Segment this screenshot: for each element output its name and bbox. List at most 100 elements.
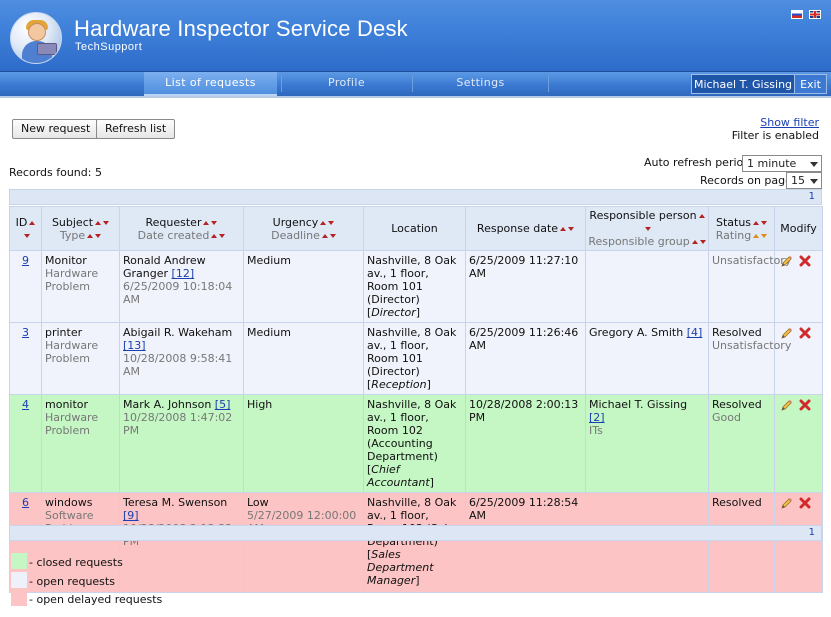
support-agent-logo (10, 12, 62, 64)
records-per-page-label: Records on page (700, 174, 792, 187)
column-response-date[interactable]: Response date (465, 206, 586, 251)
table-row[interactable]: 9 Monitor Hardware Problem Ronald Andrew Gr… (9, 250, 823, 323)
request-id-link[interactable]: 9 (13, 254, 38, 267)
requester-link[interactable]: [9] (123, 509, 139, 522)
column-responsible[interactable]: Responsible person Responsible group (585, 206, 709, 251)
legend-swatch-open (11, 572, 27, 588)
current-user[interactable]: Michael T. Gissing (691, 74, 795, 94)
delete-icon[interactable] (799, 399, 811, 411)
response-date-value: 6/25/2009 11:28:54 AM (469, 496, 579, 522)
requester-name: Abigail R. Wakeham (123, 326, 233, 339)
request-subject: monitor (45, 398, 89, 411)
column-location: Location (363, 206, 466, 251)
legend-delayed: - open delayed requests (29, 593, 163, 606)
cell-subject: monitor Hardware Problem (41, 394, 120, 493)
exit-button[interactable]: Exit (795, 74, 827, 94)
auto-refresh-value: 1 minute (747, 157, 797, 170)
date-created: 10/28/2008 9:58:41 AM (123, 352, 233, 378)
requester-name: Mark A. Johnson (123, 398, 212, 411)
pencil-icon[interactable] (781, 399, 793, 411)
location-value: Nashville, 8 Oak av., 1 floor, Room 101 … (367, 326, 457, 378)
request-subject: Monitor (45, 254, 87, 267)
english-flag-icon[interactable] (809, 10, 821, 19)
cell-subject: Monitor Hardware Problem (41, 250, 120, 323)
column-subject-type[interactable]: Subject Type (41, 206, 120, 251)
refresh-list-button[interactable]: Refresh list (96, 119, 176, 139)
cell-requester: Abigail R. Wakeham [13] 10/28/2008 9:58:4… (119, 322, 244, 395)
filter-status: Filter is enabled (731, 129, 819, 142)
cell-id: 3 (9, 322, 42, 395)
table-row[interactable]: 3 printer Hardware Problem Abigail R. Wakeh… (9, 322, 823, 395)
legend-open: - open requests (29, 575, 115, 588)
urgency-value: Medium (247, 254, 291, 267)
russian-flag-icon[interactable] (791, 10, 803, 19)
status-value: Resolved (712, 398, 762, 411)
nav-divider (548, 76, 549, 92)
main-nav: List of requests Profile Settings Michae… (0, 72, 831, 98)
auto-refresh-select[interactable]: 1 minute (742, 155, 822, 172)
delete-icon[interactable] (799, 497, 811, 509)
cell-status: Resolved Unsatisfactory (708, 322, 792, 395)
cell-status: Unsatisfactory (708, 250, 791, 323)
app-title: Hardware Inspector Service Desk (74, 16, 408, 41)
request-id-link[interactable]: 4 (13, 398, 38, 411)
show-filter-link[interactable]: Show filter (760, 116, 819, 129)
cell-location: Nashville, 8 Oak av., 1 floor, Room 101 … (363, 322, 466, 395)
rating-value: Unsatisfactory (712, 339, 792, 352)
response-date-value: 6/25/2009 11:26:46 AM (469, 326, 579, 352)
urgency-value: Medium (247, 326, 291, 339)
pencil-icon[interactable] (781, 497, 793, 509)
tab-profile[interactable]: Profile (281, 72, 412, 96)
responsible-person: Michael T. Gissing (589, 398, 688, 411)
status-value: Resolved (712, 326, 762, 339)
urgency-value: High (247, 398, 273, 411)
table-row[interactable]: 6windowsSoftware ProblemTeresa M. Swenso… (9, 492, 823, 593)
cell-modify (774, 492, 823, 593)
responsible-link[interactable]: [2] (589, 411, 605, 424)
cell-modify (774, 250, 823, 323)
request-id-link[interactable]: 6 (13, 496, 38, 509)
cell-location: Nashville, 8 Oak av., 1 floor, Room 101 … (363, 250, 466, 323)
requester-link[interactable]: [5] (215, 398, 231, 411)
requester-name: Teresa M. Swenson (123, 496, 228, 509)
tab-settings[interactable]: Settings (413, 72, 548, 96)
pager-bottom: 1 (9, 525, 822, 541)
records-found: Records found: 5 (9, 166, 102, 179)
requester-link[interactable]: [12] (172, 267, 195, 280)
request-type: Hardware Problem (45, 411, 99, 437)
page-link[interactable]: 1 (809, 191, 815, 202)
response-date-value: 6/25/2009 11:27:10 AM (469, 254, 579, 280)
column-id[interactable]: ID (9, 206, 42, 251)
page-link[interactable]: 1 (809, 527, 815, 538)
requester-link[interactable]: [13] (123, 339, 146, 352)
cell-responsible (585, 250, 709, 323)
cell-location: Nashville, 8 Oak av., 1 floor, Room 102 … (363, 394, 466, 493)
location-role: Sales Department Manager (367, 548, 434, 587)
cell-subject: printer Hardware Problem (41, 322, 120, 395)
delete-icon[interactable] (799, 327, 811, 339)
column-requester-date[interactable]: Requester Date created (119, 206, 244, 251)
table-row[interactable]: 4 monitor Hardware Problem Mark A. Johnson … (9, 394, 823, 493)
column-status-rating[interactable]: Status Rating (708, 206, 775, 251)
delete-icon[interactable] (799, 255, 811, 267)
column-urgency-deadline[interactable]: Urgency Deadline (243, 206, 364, 251)
pager-top: 1 (9, 189, 822, 205)
request-id-link[interactable]: 3 (13, 326, 38, 339)
cell-responsible (585, 492, 709, 593)
tab-list-of-requests[interactable]: List of requests (144, 72, 277, 96)
pencil-icon[interactable] (781, 327, 793, 339)
date-created: 6/25/2009 10:18:04 AM (123, 280, 233, 306)
responsible-group: ITs (589, 424, 603, 437)
chevron-down-icon (810, 162, 818, 167)
responsible-link[interactable]: [4] (687, 326, 703, 339)
records-per-page-select[interactable]: 15 (786, 172, 822, 189)
new-request-button[interactable]: New request (12, 119, 100, 139)
responsible-person: Gregory A. Smith (589, 326, 684, 339)
legend-swatch-closed (11, 553, 27, 569)
cell-status: Resolved Good (708, 394, 775, 493)
cell-id: 4 (9, 394, 42, 493)
cell-responsible: Michael T. Gissing [2] ITs (585, 394, 709, 493)
cell-response-date: 6/25/2009 11:26:46 AM (465, 322, 586, 395)
pencil-icon[interactable] (781, 255, 793, 267)
request-type: Hardware Problem (45, 339, 99, 365)
